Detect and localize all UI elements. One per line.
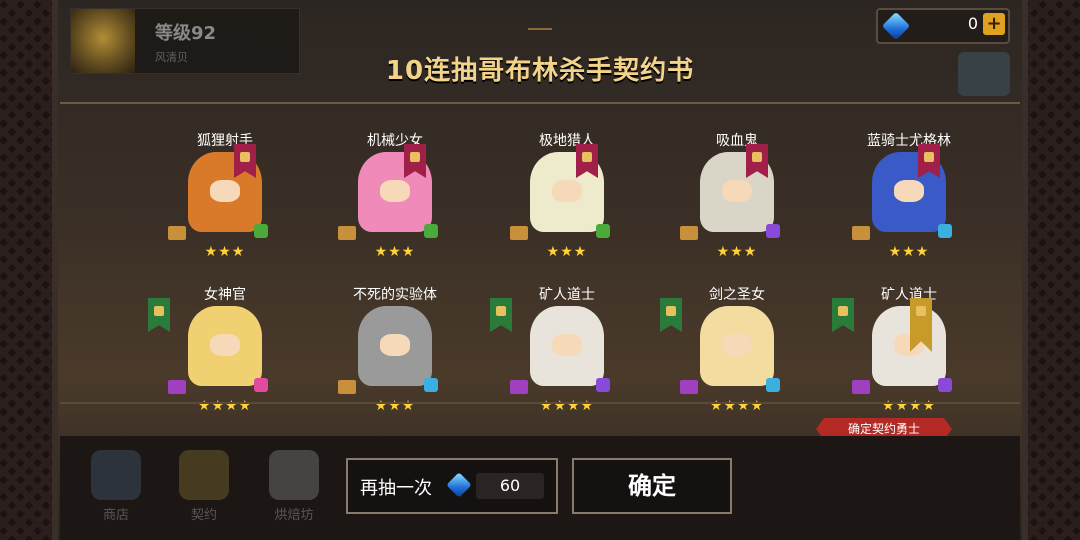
character-name: 女神官 xyxy=(204,287,246,303)
character-name: 不死的实验体 xyxy=(353,287,437,303)
character-face xyxy=(380,334,410,356)
class-icon xyxy=(766,224,780,238)
draw-again-label: 再抽一次 xyxy=(360,478,432,499)
divider xyxy=(60,402,1020,404)
contract-icon xyxy=(179,450,229,500)
character-face xyxy=(722,180,752,202)
character-face xyxy=(722,334,752,356)
character-name: 吸血鬼 xyxy=(716,133,758,149)
character-card[interactable]: 吸血鬼 ★★★ xyxy=(662,130,832,270)
star-rating: ★★★ xyxy=(374,398,416,414)
star-rating: ★★★ xyxy=(204,244,246,260)
scroll-icon xyxy=(338,226,356,240)
star-rating: ★★★ xyxy=(716,244,758,260)
bakery-icon xyxy=(269,450,319,500)
character-card[interactable]: 狐狸射手 ★★★ xyxy=(150,130,320,270)
character-card[interactable]: 机械少女 ★★★ xyxy=(320,130,490,270)
star-rating: ★★★ xyxy=(374,244,416,260)
character-face xyxy=(210,180,240,202)
star-rating: ★★★★ xyxy=(709,398,765,414)
class-icon xyxy=(596,378,610,392)
character-name: 矿人道士 xyxy=(539,287,595,303)
class-icon xyxy=(424,378,438,392)
scroll-icon xyxy=(680,380,698,394)
scroll-icon xyxy=(852,226,870,240)
gem-counter: 0 + xyxy=(876,8,1010,44)
title-ornament xyxy=(528,28,552,42)
page-title: 10连抽哥布林杀手契约书 xyxy=(385,56,695,86)
nav-label: 烘焙坊 xyxy=(274,508,314,523)
star-rating: ★★★★ xyxy=(197,398,253,414)
draw-again-cost: 60 xyxy=(476,473,544,499)
shop-icon xyxy=(91,450,141,500)
confirm-button[interactable]: 确定 xyxy=(572,458,732,514)
character-name: 剑之圣女 xyxy=(709,287,765,303)
class-icon xyxy=(596,224,610,238)
class-icon xyxy=(254,378,268,392)
nav-bakery[interactable]: 烘焙坊 xyxy=(262,444,326,534)
class-icon xyxy=(938,224,952,238)
rank-banner-icon xyxy=(832,298,854,332)
character-face xyxy=(552,334,582,356)
draw-again-button[interactable]: 再抽一次 60 xyxy=(346,458,558,514)
class-icon xyxy=(766,378,780,392)
star-rating: ★★★★ xyxy=(539,398,595,414)
character-name: 机械少女 xyxy=(367,133,423,149)
class-icon xyxy=(424,224,438,238)
character-sprite xyxy=(530,306,604,386)
class-icon xyxy=(938,378,952,392)
divider xyxy=(60,102,1020,104)
scroll-icon xyxy=(680,226,698,240)
star-rating: ★★★★ xyxy=(881,398,937,414)
scroll-icon xyxy=(338,380,356,394)
character-name: 极地猎人 xyxy=(539,133,595,149)
character-name: 蓝骑士尤格林 xyxy=(867,133,951,149)
nav-shop[interactable]: 商店 xyxy=(84,444,148,534)
gem-count: 0 xyxy=(967,14,978,33)
character-face xyxy=(894,180,924,202)
rank-banner-icon xyxy=(490,298,512,332)
star-rating: ★★★ xyxy=(888,244,930,260)
character-name: 狐狸射手 xyxy=(197,133,253,149)
class-icon xyxy=(254,224,268,238)
character-face xyxy=(210,334,240,356)
player-level: 等级92 xyxy=(155,23,217,44)
character-name: 矿人道士 xyxy=(881,287,937,303)
scroll-icon xyxy=(852,380,870,394)
nav-label: 契约 xyxy=(190,508,217,523)
rank-banner-icon xyxy=(148,298,170,332)
scroll-icon xyxy=(168,380,186,394)
nav-label: 商店 xyxy=(102,508,129,523)
scroll-icon xyxy=(168,226,186,240)
character-face xyxy=(552,180,582,202)
scroll-icon xyxy=(510,226,528,240)
gem-icon xyxy=(446,472,472,498)
character-sprite xyxy=(188,306,262,386)
scroll-icon xyxy=(510,380,528,394)
star-rating: ★★★ xyxy=(546,244,588,260)
character-card[interactable]: 极地猎人 ★★★ xyxy=(492,130,662,270)
rank-banner-icon xyxy=(660,298,682,332)
character-card[interactable]: 蓝骑士尤格林 ★★★ xyxy=(834,130,1004,270)
character-sprite xyxy=(872,306,946,386)
nav-contract[interactable]: 契约 xyxy=(172,444,236,534)
character-sprite xyxy=(700,306,774,386)
add-gems-button[interactable]: + xyxy=(983,13,1005,35)
gem-icon xyxy=(881,11,911,41)
character-sprite xyxy=(358,306,432,386)
character-face xyxy=(380,180,410,202)
